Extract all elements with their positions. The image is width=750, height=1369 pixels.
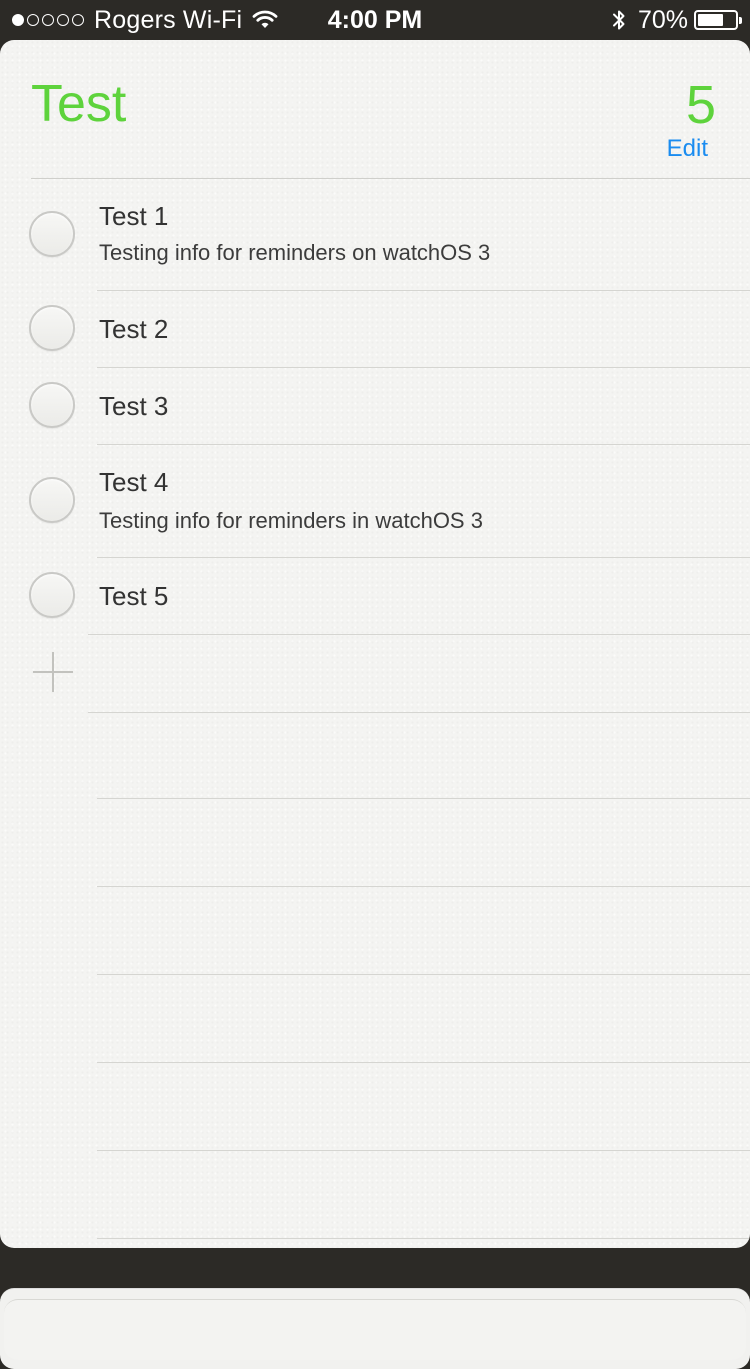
battery-icon <box>694 10 742 30</box>
empty-row-line <box>97 1150 750 1151</box>
list-title: Test <box>31 75 127 133</box>
empty-row-line <box>97 1062 750 1063</box>
battery-fill <box>698 14 723 26</box>
reminder-title[interactable]: Test 4 <box>99 467 168 497</box>
edit-button[interactable]: Edit <box>667 134 708 164</box>
status-bar: Rogers Wi-Fi 4:00 PM 70% <box>0 0 750 40</box>
battery-nub <box>739 17 742 24</box>
reminder-title[interactable]: Test 2 <box>99 314 168 344</box>
signal-dot <box>72 14 84 26</box>
reminder-checkbox[interactable] <box>29 477 75 523</box>
wifi-icon <box>252 10 278 28</box>
reminder-checkbox[interactable] <box>29 382 75 428</box>
next-list-card-inner[interactable] <box>4 1299 746 1360</box>
row-divider <box>88 634 750 635</box>
reminder-item[interactable]: Test 4 Testing info for reminders in wat… <box>0 445 750 557</box>
carrier-name: Rogers Wi-Fi <box>94 6 243 34</box>
status-right: 70% <box>612 6 742 34</box>
empty-row-line <box>97 974 750 975</box>
reminder-count: 5 <box>685 75 716 135</box>
empty-row-line <box>97 798 750 799</box>
signal-dot <box>27 14 39 26</box>
signal-dot <box>12 14 24 26</box>
next-list-card[interactable] <box>0 1288 750 1369</box>
reminder-checkbox[interactable] <box>29 211 75 257</box>
reminders-list-card: Test 5 Edit Test 1 Testing info for remi… <box>0 40 750 1248</box>
signal-dot <box>57 14 69 26</box>
reminder-title[interactable]: Test 5 <box>99 581 168 611</box>
signal-dot <box>42 14 54 26</box>
reminder-title[interactable]: Test 3 <box>99 391 168 421</box>
empty-row-line <box>97 886 750 887</box>
battery-percentage: 70% <box>637 6 688 34</box>
reminder-item[interactable]: Test 1 Testing info for reminders on wat… <box>0 179 750 291</box>
reminder-item[interactable]: Test 3 <box>0 368 750 444</box>
reminder-item[interactable]: Test 2 <box>0 291 750 367</box>
status-left: Rogers Wi-Fi <box>12 6 278 34</box>
bluetooth-icon <box>612 10 625 30</box>
reminder-item[interactable]: Test 5 <box>0 558 750 634</box>
reminder-checkbox[interactable] <box>29 572 75 618</box>
reminder-note[interactable]: Testing info for reminders on watchOS 3 <box>99 239 490 267</box>
row-divider <box>88 712 750 713</box>
reminder-checkbox[interactable] <box>29 305 75 351</box>
reminder-title[interactable]: Test 1 <box>99 201 168 231</box>
empty-row-line <box>97 1238 750 1239</box>
signal-strength-icon <box>12 14 84 26</box>
plus-icon[interactable] <box>33 652 73 692</box>
reminder-note[interactable]: Testing info for reminders in watchOS 3 <box>99 507 483 535</box>
